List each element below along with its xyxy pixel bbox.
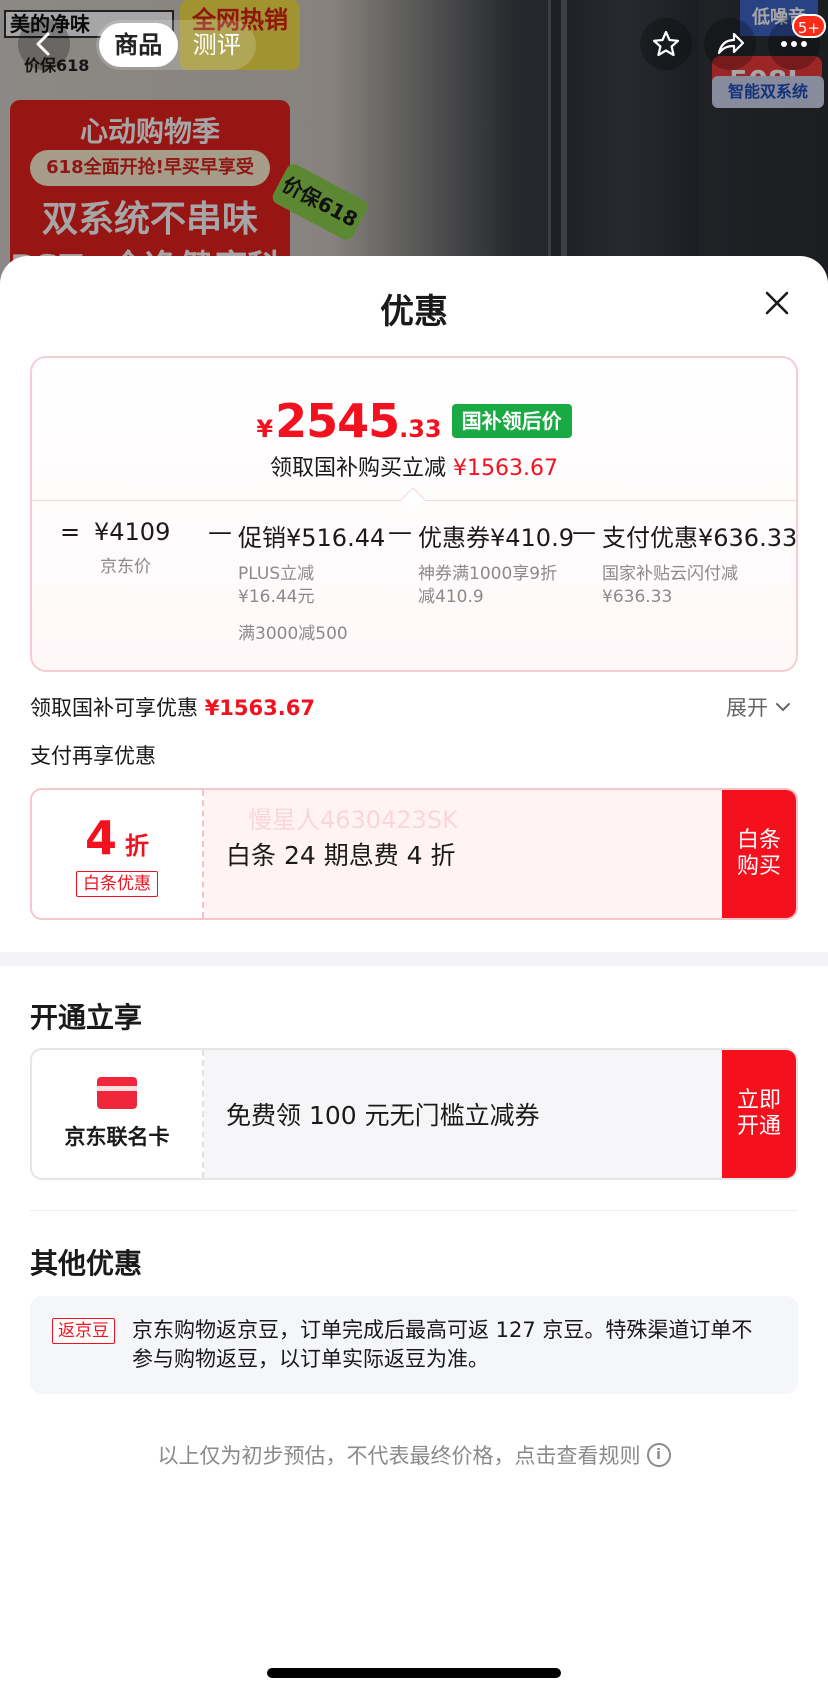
other-section-title: 其他优惠 — [30, 1247, 143, 1280]
breakdown-main: 支付优惠¥636.33 — [602, 524, 798, 552]
cobrand-card-block: 京东联名卡 — [32, 1050, 204, 1178]
back-button[interactable] — [18, 18, 70, 70]
product-tabs: 商品 测评 — [96, 20, 256, 70]
share-button[interactable] — [704, 18, 756, 70]
discount-number: 4 — [84, 811, 117, 865]
save-amount: ¥1563.67 — [453, 456, 558, 481]
page: 美的净味 价保618 全网热销 心动购物季 618全面开抢!早买早享受 双系统不… — [0, 0, 828, 1697]
pay-section-label: 支付再享优惠 — [30, 744, 156, 768]
expand-toggle[interactable]: 展开 — [726, 692, 792, 722]
footer-note-text: 以上仅为初步预估，不代表最终价格，点击查看规则 — [157, 1444, 641, 1468]
chevron-down-icon — [776, 703, 790, 712]
baitiao-pill: 白条优惠 — [76, 871, 158, 897]
tab-reviews[interactable]: 测评 — [178, 23, 257, 67]
nav-actions: 5+ — [640, 14, 826, 74]
price-divider-notch — [400, 487, 426, 513]
baitiao-discount: 4 折 — [85, 811, 149, 865]
favorite-button[interactable] — [640, 18, 692, 70]
price-integer: 2545 — [275, 394, 400, 448]
final-price: ¥ 2545 .33 — [256, 394, 441, 448]
discount-sheet: 优惠 ¥ 2545 .33 国补领后价 领取国补购买立减 ¥1563.67 = … — [0, 256, 828, 1697]
message-count-badge: 5+ — [791, 14, 826, 38]
close-button[interactable] — [752, 278, 802, 328]
discount-unit: 折 — [125, 832, 149, 860]
price-breakdown: = ¥4109 京东价 — 促销¥516.44 PLUS立减 ¥16.44元 满… — [60, 518, 797, 658]
cobrand-card-name: 京东联名卡 — [64, 1125, 170, 1149]
price-symbol: ¥ — [256, 415, 274, 443]
expand-label: 展开 — [726, 696, 768, 720]
user-watermark: 慢星人4630423SK — [248, 806, 458, 834]
breakdown-sub2: 满3000减500 — [238, 624, 348, 644]
star-icon — [652, 30, 680, 57]
breakdown-sub: PLUS立减 ¥16.44元 — [238, 564, 315, 607]
minus-sign: — — [388, 518, 412, 546]
cobrand-offer-text: 免费领 100 元无门槛立减券 — [226, 1101, 540, 1130]
price-decimal: .33 — [399, 415, 442, 443]
back-arrow-icon — [36, 32, 50, 56]
jingdou-offer-text: 京东购物返京豆，订单完成后最高可返 127 京豆。特殊渠道订单不参与购物返豆，以… — [132, 1318, 753, 1371]
equals-sign: = — [60, 518, 81, 546]
breakdown-sub: 神券满1000享9折 减410.9 — [418, 564, 558, 607]
subsidy-price-tag: 国补领后价 — [451, 404, 572, 438]
home-indicator — [267, 1668, 561, 1678]
credit-card-icon — [97, 1077, 137, 1109]
more-dots-icon — [781, 41, 807, 47]
breakdown-item-list-price: ¥4109 京东价 — [94, 518, 170, 579]
subsidy-label: 领取国补可享优惠 — [30, 696, 198, 720]
baitiao-discount-block: 4 折 白条优惠 — [32, 790, 204, 918]
subsidy-discount-line: 领取国补可享优惠 ¥1563.67 — [30, 692, 798, 722]
section-divider — [30, 1210, 798, 1211]
section-gap — [0, 952, 828, 966]
minus-sign: — — [572, 518, 596, 546]
breakdown-main: 促销¥516.44 — [238, 524, 386, 552]
open-section-title: 开通立享 — [30, 1001, 143, 1034]
share-icon — [717, 32, 745, 55]
jingdou-offer-box: 返京豆 京东购物返京豆，订单完成后最高可返 127 京豆。特殊渠道订单不参与购物… — [30, 1296, 798, 1394]
subsidy-save-line: 领取国补购买立减 ¥1563.67 — [32, 450, 796, 482]
tab-product[interactable]: 商品 — [99, 23, 178, 67]
info-icon: i — [646, 1443, 671, 1467]
minus-sign: — — [208, 518, 232, 546]
breakdown-sub: 国家补贴云闪付减 ¥636.33 — [602, 564, 738, 607]
breakdown-item-coupon: 优惠券¥410.9 神券满1000享9折 减410.9 — [418, 518, 574, 609]
close-icon — [765, 291, 789, 315]
breakdown-sub: 京东价 — [100, 557, 151, 577]
estimate-rules-link[interactable]: 以上仅为初步预估，不代表最终价格，点击查看规则 i — [0, 1440, 828, 1470]
baitiao-buy-button[interactable]: 白条 购买 — [722, 790, 796, 918]
breakdown-main: ¥4109 — [94, 518, 171, 546]
breakdown-main: 优惠券¥410.9 — [418, 524, 574, 552]
open-now-button[interactable]: 立即 开通 — [722, 1050, 796, 1178]
cobrand-card-offer[interactable]: 京东联名卡 免费领 100 元无门槛立减券 立即 开通 — [30, 1048, 798, 1180]
price-card: ¥ 2545 .33 国补领后价 领取国补购买立减 ¥1563.67 = ¥41… — [30, 356, 798, 672]
jingdou-tag: 返京豆 — [52, 1318, 115, 1344]
save-prefix: 领取国补购买立减 — [270, 456, 447, 481]
breakdown-item-promotion: 促销¥516.44 PLUS立减 ¥16.44元 满3000减500 — [238, 518, 385, 644]
sheet-title: 优惠 — [380, 292, 448, 332]
subsidy-amount: ¥1563.67 — [204, 696, 315, 720]
more-button[interactable]: 5+ — [768, 14, 826, 70]
final-price-row: ¥ 2545 .33 国补领后价 — [32, 394, 796, 448]
breakdown-item-payment: 支付优惠¥636.33 国家补贴云闪付减 ¥636.33 — [602, 518, 797, 609]
